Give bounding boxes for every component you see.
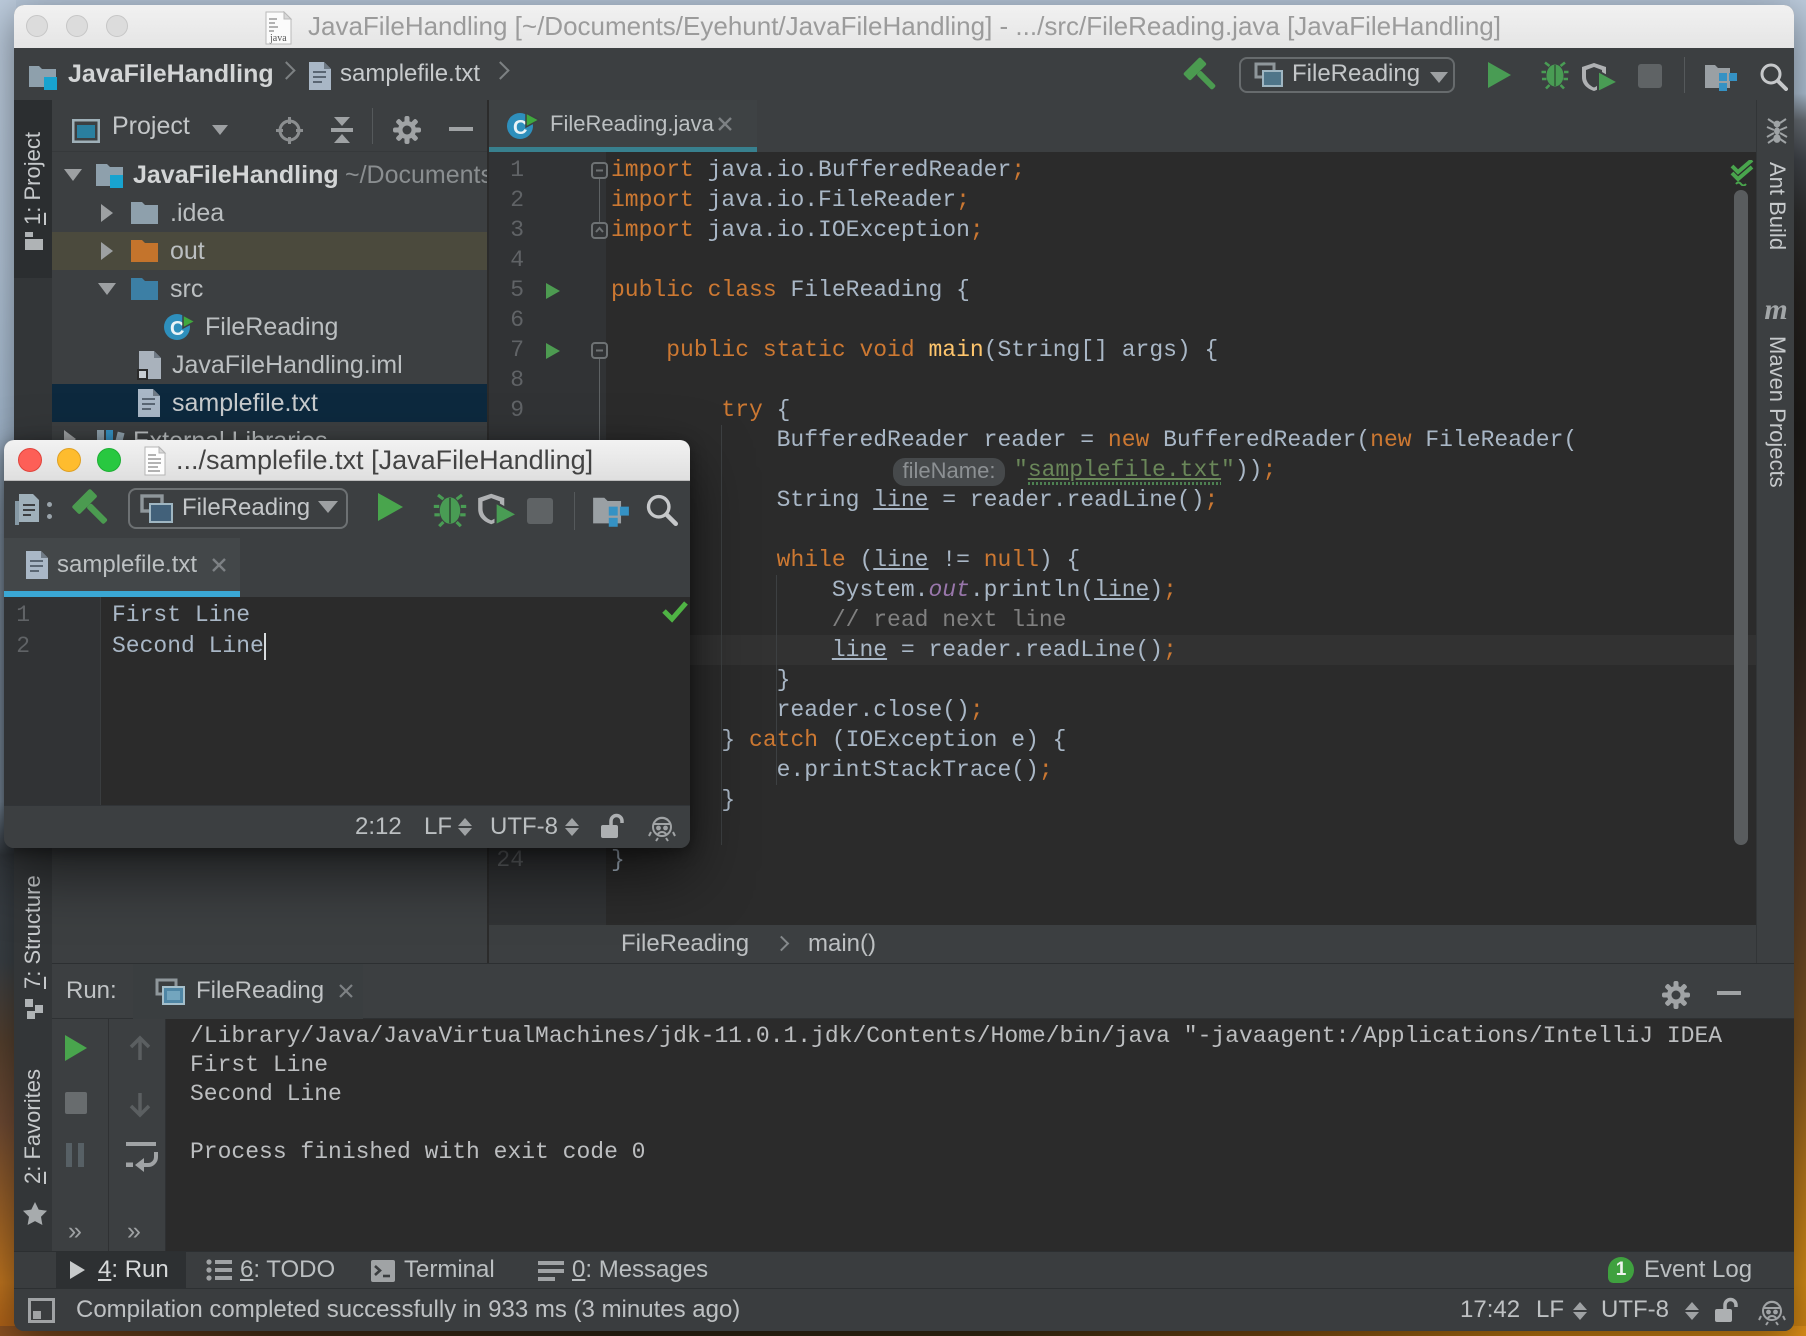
svg-text:java: java	[269, 33, 287, 44]
